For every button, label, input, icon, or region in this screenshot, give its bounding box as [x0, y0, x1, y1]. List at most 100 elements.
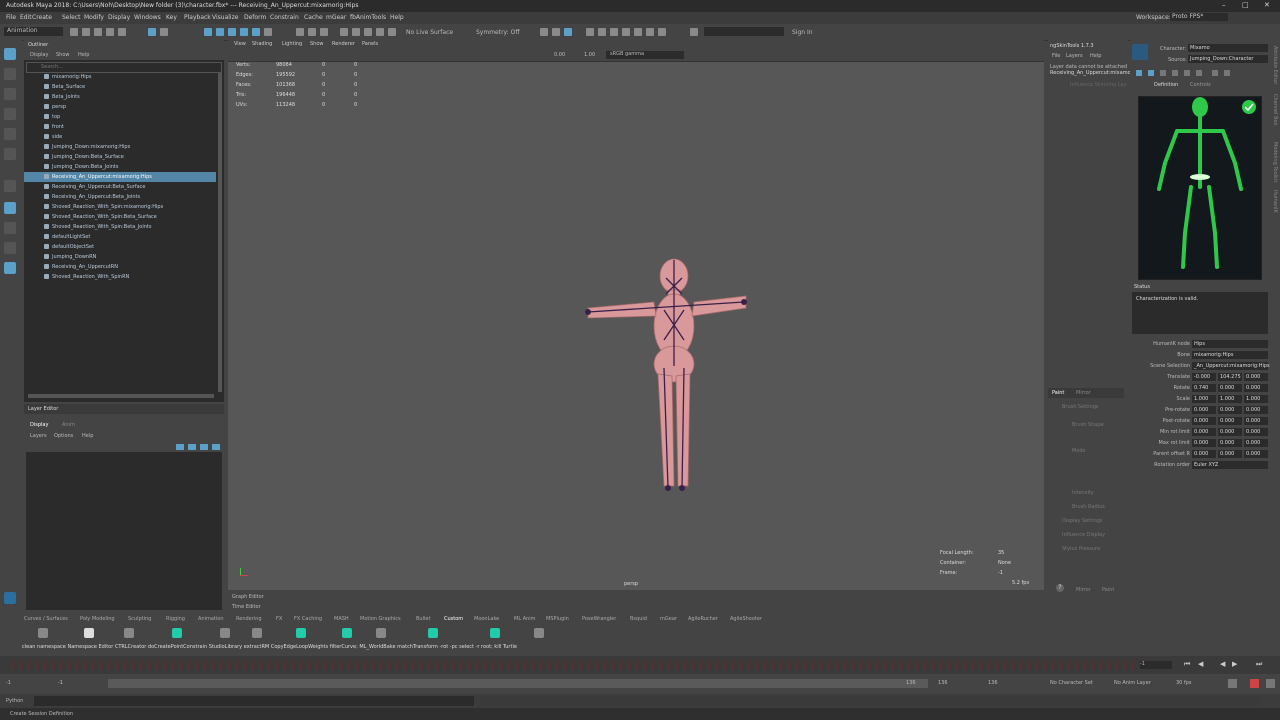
layer-menu-item[interactable]: Help: [82, 433, 93, 439]
outliner-row[interactable]: Jumping_Down:mixamorig:Hips: [24, 142, 216, 152]
step-back-key-icon[interactable]: ◀: [1198, 660, 1203, 668]
layer-move-up-icon[interactable]: [176, 444, 184, 450]
hik-prop-field[interactable]: Hips: [1192, 340, 1268, 348]
range-end-field[interactable]: 136: [938, 680, 948, 686]
outliner-row[interactable]: front: [24, 122, 216, 132]
display-toggle-icon[interactable]: [540, 28, 548, 36]
snap-grid-icon[interactable]: [204, 28, 212, 36]
shelf-tab[interactable]: Curves / Surfaces: [24, 616, 68, 622]
hik-prop-field[interactable]: 1.000: [1192, 395, 1216, 403]
hik-tool-7-icon[interactable]: [1212, 70, 1218, 76]
command-input[interactable]: [34, 696, 474, 706]
shelf-tab[interactable]: FX: [276, 616, 282, 622]
input-ops-icon[interactable]: [308, 28, 316, 36]
outliner-row[interactable]: top: [24, 112, 216, 122]
outliner-row[interactable]: defaultLightSet: [24, 232, 216, 242]
lasso-tool-icon[interactable]: [4, 68, 16, 80]
numeric-input-field[interactable]: [704, 27, 784, 36]
hypershade-icon[interactable]: [376, 28, 384, 36]
outliner-row[interactable]: defaultObjectSet: [24, 242, 216, 252]
character-definition-figure[interactable]: [1138, 96, 1262, 280]
hik-prop-field[interactable]: 0.000: [1244, 428, 1268, 436]
shelf-worldbake-icon[interactable]: [376, 628, 386, 638]
live-surface-label[interactable]: No Live Surface: [406, 29, 453, 36]
transform-mode-icon[interactable]: [690, 28, 698, 36]
skin-tab[interactable]: Mirror: [1076, 390, 1091, 396]
menu-deform[interactable]: Deform: [244, 14, 266, 21]
outliner-row[interactable]: Jumping_Down:Beta_Joints: [24, 162, 216, 172]
skin-setting-label[interactable]: Influence Display: [1062, 532, 1105, 538]
skin-menu-item[interactable]: Layers: [1066, 53, 1083, 59]
play-forward-icon[interactable]: ▶: [1232, 660, 1237, 668]
menu-edit[interactable]: Edit: [20, 14, 32, 21]
go-to-start-icon[interactable]: ⏮: [1184, 660, 1190, 669]
shelf-namespace-editor-icon[interactable]: [84, 628, 94, 638]
shelf-tab[interactable]: mGear: [660, 616, 677, 622]
hik-tool-4-icon[interactable]: [1172, 70, 1178, 76]
paint-select-tool-icon[interactable]: [4, 88, 16, 100]
skin-menu-item[interactable]: File: [1052, 53, 1060, 59]
output-ops-icon[interactable]: [320, 28, 328, 36]
graph-editor-label[interactable]: Graph Editor: [232, 594, 264, 600]
symmetry-label[interactable]: Symmetry: Off: [476, 29, 519, 36]
shelf-tab[interactable]: Sculpting: [128, 616, 151, 622]
outliner-scrollbar[interactable]: [218, 72, 222, 392]
display-wire-icon[interactable]: [552, 28, 560, 36]
viewport-menu-item[interactable]: View: [234, 41, 246, 47]
menu-fbanimtools[interactable]: fbAnimTools: [350, 14, 386, 21]
hik-prop-field[interactable]: 0.000: [1244, 439, 1268, 447]
menu-playback[interactable]: Playback: [184, 14, 211, 21]
help-icon[interactable]: ?: [1056, 584, 1064, 592]
shelf-copy-weights-icon[interactable]: [296, 628, 306, 638]
hik-tool-2-icon[interactable]: [1148, 70, 1154, 76]
loop-icon[interactable]: [1228, 679, 1237, 688]
range-slider-bar[interactable]: [108, 679, 928, 688]
layout-four-icon[interactable]: [598, 28, 606, 36]
shelf-tab[interactable]: Poly Modeling: [80, 616, 115, 622]
layout-single-pane-icon[interactable]: [4, 202, 16, 214]
outliner-row[interactable]: Beta_Surface: [24, 82, 216, 92]
shelf-tab[interactable]: Rendering: [236, 616, 262, 622]
outliner-row[interactable]: Receiving_An_Uppercut:Beta_Joints: [24, 192, 216, 202]
hik-prop-field[interactable]: 0.000: [1218, 428, 1242, 436]
tab-controls[interactable]: Controls: [1190, 82, 1211, 88]
shelf-clean-namespace-icon[interactable]: [38, 628, 48, 638]
timeline-ticks[interactable]: [12, 660, 1142, 670]
snap-surface-icon[interactable]: [252, 28, 260, 36]
layout-outliner-pane-icon[interactable]: [4, 262, 16, 274]
skin-setting-label[interactable]: Brush Settings: [1062, 404, 1099, 410]
render-view-icon[interactable]: [388, 28, 396, 36]
viewport-menu-item[interactable]: Panels: [362, 41, 378, 47]
ipr-render-icon[interactable]: [352, 28, 360, 36]
playback-end-field[interactable]: 136: [906, 680, 916, 686]
layout-two-icon[interactable]: [610, 28, 618, 36]
skin-mirror-button[interactable]: Mirror: [1076, 587, 1091, 593]
shelf-tab[interactable]: FX Caching: [294, 616, 322, 622]
menu-modify[interactable]: Modify: [84, 14, 104, 21]
hik-prop-field[interactable]: 0.000: [1218, 439, 1242, 447]
shelf-tab[interactable]: Motion Graphics: [360, 616, 401, 622]
menu-visualize[interactable]: Visualize: [212, 14, 238, 21]
scale-tool-icon[interactable]: [4, 148, 16, 160]
outliner-h-scrollbar[interactable]: [28, 394, 214, 398]
menu-select[interactable]: Select: [62, 14, 81, 21]
shelf-tab[interactable]: AgileShooter: [730, 616, 762, 622]
outliner-row[interactable]: Shoved_Reaction_With_Spin:Beta_Joints: [24, 222, 216, 232]
shelf-studio-library-icon[interactable]: [220, 628, 230, 638]
go-to-end-icon[interactable]: ⏭: [1256, 660, 1262, 669]
minimize-icon[interactable]: –: [1222, 1, 1226, 9]
outliner-row[interactable]: Shoved_Reaction_With_SpinRN: [24, 272, 216, 282]
shelf-extract-rm-icon[interactable]: [252, 628, 262, 638]
new-scene-icon[interactable]: [70, 28, 78, 36]
layer-menu-item[interactable]: Layers: [30, 433, 47, 439]
viewport-menu-item[interactable]: Show: [310, 41, 324, 47]
hik-prop-field[interactable]: _An_Uppercut:mixamorig:Hips: [1192, 362, 1270, 370]
outliner-row[interactable]: side: [24, 132, 216, 142]
layout-graph-icon[interactable]: [634, 28, 642, 36]
pause-icon[interactable]: [658, 28, 666, 36]
shelf-select-root-icon[interactable]: [490, 628, 500, 638]
hik-tool-8-icon[interactable]: [1224, 70, 1230, 76]
outliner-row[interactable]: Jumping_DownRN: [24, 252, 216, 262]
current-frame-field[interactable]: -1: [1140, 661, 1172, 669]
shelf-tab[interactable]: MASH: [334, 616, 349, 622]
